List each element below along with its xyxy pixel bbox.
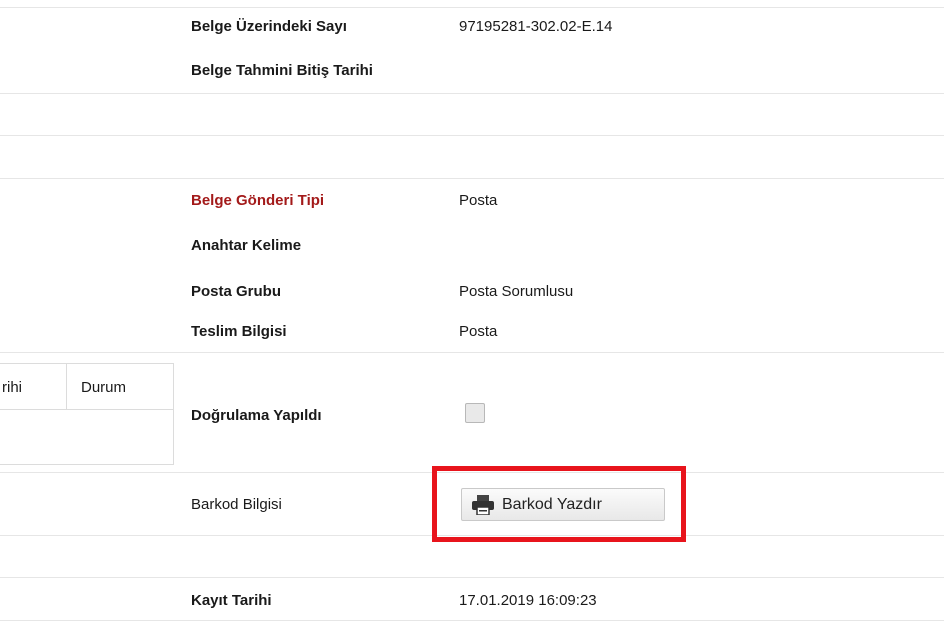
verification-checkbox[interactable] [465, 403, 485, 423]
mail-group-label: Posta Grubu [191, 283, 282, 300]
mail-group-value: Posta Sorumlusu [459, 283, 574, 300]
delivery-type-label: Belge Gönderi Tipi [191, 192, 325, 209]
record-date-label: Kayıt Tarihi [191, 592, 272, 609]
delivery-type-value: Posta [459, 192, 498, 209]
row-divider [0, 178, 944, 179]
delivery-info-value: Posta [459, 323, 498, 340]
delivery-info-label: Teslim Bilgisi [191, 323, 287, 340]
row-divider [0, 7, 944, 8]
estimated-end-date-label: Belge Tahmini Bitiş Tarihi [191, 62, 373, 79]
history-table: rihi Durum [0, 363, 174, 465]
verification-label: Doğrulama Yapıldı [191, 407, 322, 424]
document-number-label: Belge Üzerindeki Sayı [191, 18, 347, 35]
column-header-status: Durum [81, 379, 127, 396]
column-header-date: rihi [2, 379, 23, 396]
row-divider [0, 620, 944, 621]
printer-icon [472, 494, 494, 515]
document-number-value: 97195281-302.02-E.14 [459, 18, 613, 35]
row-divider [0, 352, 944, 353]
row-divider [0, 93, 944, 94]
print-barcode-button[interactable]: Barkod Yazdır [461, 488, 665, 521]
record-date-value: 17.01.2019 16:09:23 [459, 592, 597, 609]
column-divider [66, 364, 67, 409]
barcode-info-label: Barkod Bilgisi [191, 496, 282, 513]
row-divider [0, 135, 944, 136]
print-barcode-label: Barkod Yazdır [502, 495, 602, 513]
row-divider [0, 577, 944, 578]
keyword-label: Anahtar Kelime [191, 237, 302, 254]
